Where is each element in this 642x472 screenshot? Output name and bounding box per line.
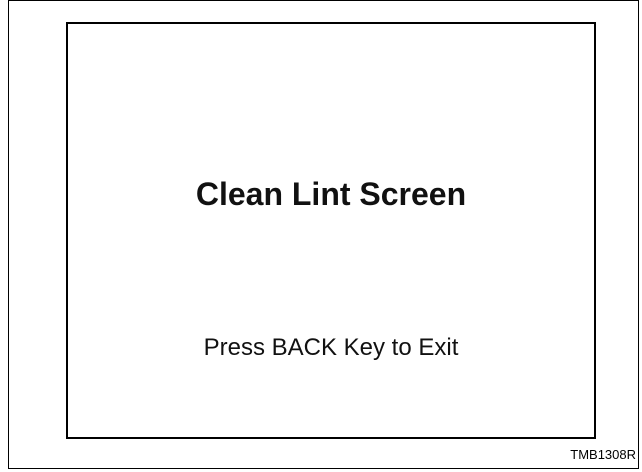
screen-instruction: Press BACK Key to Exit — [203, 334, 459, 361]
display-screen: Clean Lint Screen Press BACK Key to Exit — [66, 22, 596, 439]
figure-code: TMB1308R — [570, 447, 636, 462]
figure-frame: Clean Lint Screen Press BACK Key to Exit… — [8, 0, 639, 469]
screen-title: Clean Lint Screen — [195, 176, 467, 212]
